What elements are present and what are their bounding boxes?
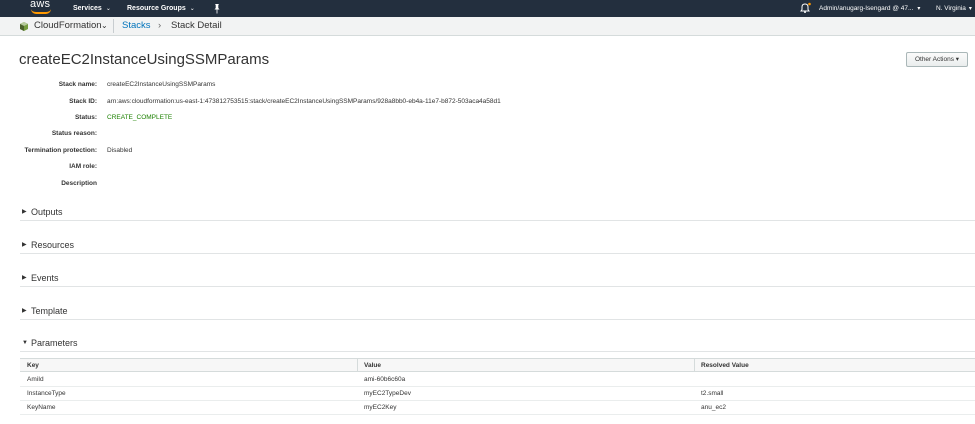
column-header-value[interactable]: Value — [364, 359, 381, 372]
caret-right-icon: ▶ — [22, 308, 27, 314]
service-switcher[interactable]: CloudFormation — [34, 17, 102, 35]
param-value: ami-60b6c60a — [364, 376, 406, 383]
aws-logo[interactable]: aws — [30, 0, 54, 16]
caret-right-icon: ▶ — [22, 242, 27, 248]
region-label: N. Virginia — [936, 5, 966, 12]
section-divider — [20, 253, 975, 254]
section-outputs-label: Outputs — [31, 207, 63, 217]
section-divider — [20, 286, 975, 287]
chevron-down-icon: ⌄ — [189, 6, 195, 12]
section-outputs[interactable]: ▶ Outputs — [20, 206, 975, 219]
param-key: AmiId — [27, 376, 44, 383]
chevron-down-icon: ▾ — [968, 6, 972, 12]
section-parameters-label: Parameters — [31, 338, 78, 348]
param-value: myEC2Key — [364, 404, 397, 411]
termination-protection-value: Disabled — [107, 147, 133, 154]
service-bar: CloudFormation ⌄ Stacks › Stack Detail — [0, 17, 975, 36]
resource-groups-label: Resource Groups — [127, 5, 186, 12]
table-row: AmiId ami-60b6c60a — [20, 373, 975, 387]
region-menu[interactable]: N. Virginia ▾ — [936, 0, 972, 17]
other-actions-button[interactable]: Other Actions ▾ — [906, 52, 968, 67]
resource-groups-menu[interactable]: Resource Groups ⌄ — [127, 0, 195, 17]
account-menu[interactable]: Admin/anugarg-Isengard @ 47... ▾ — [819, 0, 920, 17]
description-label: Description — [61, 180, 97, 187]
chevron-down-icon[interactable]: ⌄ — [101, 17, 108, 35]
chevron-down-icon: ▾ — [917, 6, 921, 12]
bell-icon[interactable] — [799, 2, 811, 14]
caret-right-icon: ▶ — [22, 275, 27, 281]
section-events[interactable]: ▶ Events — [20, 272, 975, 285]
stack-name-label: Stack name: — [58, 81, 97, 88]
param-key: KeyName — [27, 404, 56, 411]
section-template-label: Template — [31, 306, 68, 316]
table-row: KeyName myEC2Key anu_ec2 — [20, 401, 975, 415]
section-parameters[interactable]: ▼ Parameters — [20, 337, 975, 350]
account-label: Admin/anugarg-Isengard @ 47... — [819, 5, 914, 12]
column-divider — [694, 359, 695, 372]
stack-id-label: Stack ID: — [69, 98, 97, 105]
column-divider — [357, 359, 358, 372]
breadcrumb-current: Stack Detail — [171, 20, 222, 31]
column-header-resolved-value[interactable]: Resolved Value — [701, 359, 749, 372]
chevron-down-icon: ⌄ — [105, 6, 111, 12]
param-value: myEC2TypeDev — [364, 390, 411, 397]
section-resources[interactable]: ▶ Resources — [20, 239, 975, 252]
stack-name-value: createEC2InstanceUsingSSMParams — [107, 81, 216, 88]
table-header: Key Value Resolved Value — [20, 358, 975, 372]
stack-id-value: arn:aws:cloudformation:us-east-1:4738127… — [107, 98, 501, 105]
services-label: Services — [73, 5, 102, 12]
section-divider — [20, 319, 975, 320]
table-row: InstanceType myEC2TypeDev t2.small — [20, 387, 975, 401]
section-template[interactable]: ▶ Template — [20, 305, 975, 318]
divider — [113, 19, 114, 33]
breadcrumb-stacks-link[interactable]: Stacks — [122, 17, 151, 35]
pin-icon[interactable] — [214, 3, 220, 14]
cloudformation-icon — [20, 22, 28, 31]
page-title: createEC2InstanceUsingSSMParams — [19, 51, 270, 68]
column-header-key[interactable]: Key — [27, 359, 39, 372]
status-reason-label: Status reason: — [51, 130, 97, 137]
section-events-label: Events — [31, 273, 59, 283]
caret-right-icon: ▶ — [22, 209, 27, 215]
top-nav: aws Services ⌄ Resource Groups ⌄ Admin/anu… — [0, 0, 975, 17]
aws-smile-icon — [31, 9, 51, 14]
services-menu[interactable]: Services ⌄ — [73, 0, 111, 17]
termination-protection-label: Termination protection: — [24, 147, 97, 154]
section-divider — [20, 351, 975, 352]
param-resolved-value: t2.small — [701, 390, 724, 397]
status-value: CREATE_COMPLETE — [107, 114, 173, 121]
breadcrumb-separator: › — [158, 20, 162, 31]
section-divider — [20, 220, 975, 221]
caret-down-icon: ▼ — [22, 340, 28, 346]
param-key: InstanceType — [27, 390, 66, 397]
param-resolved-value: anu_ec2 — [701, 404, 726, 411]
status-label: Status: — [74, 114, 97, 121]
section-resources-label: Resources — [31, 240, 75, 250]
iam-role-label: IAM role: — [69, 163, 97, 170]
